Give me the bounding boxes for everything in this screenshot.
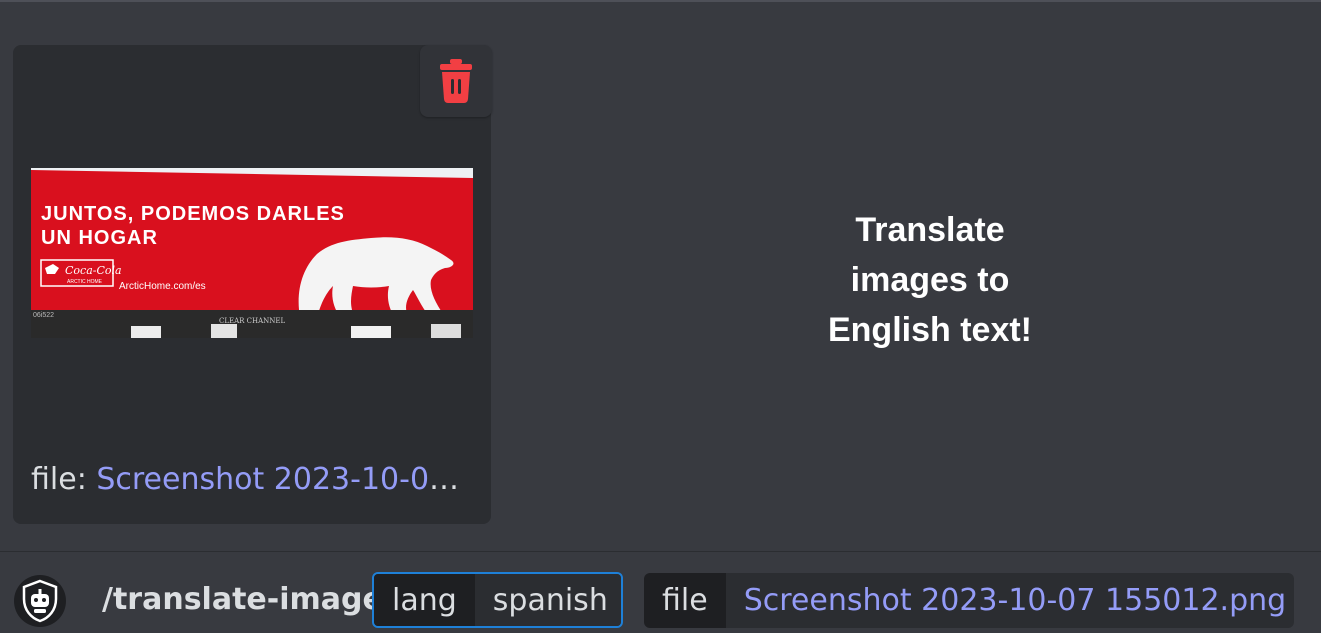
promo-line-3: English text! (827, 311, 1033, 349)
attachment-filename: file: Screenshot 2023-10-07 155012.png (31, 462, 476, 497)
billboard-url: ArcticHome.com/es (119, 281, 206, 292)
top-divider (0, 0, 1321, 2)
clear-channel-label: CLEAR CHANNEL (219, 317, 286, 325)
arctic-home-label: ARCTIC HOME (67, 279, 103, 285)
delete-attachment-button[interactable] (420, 45, 492, 117)
option-file-value[interactable]: Screenshot 2023-10-07 155012.png (725, 573, 1294, 628)
trash-icon (440, 59, 472, 103)
billboard-headline-2: UN HOGAR (41, 227, 158, 249)
billboard-headline-1: JUNTOS, PODEMOS DARLES (41, 203, 345, 225)
coca-cola-logo: Coca-Cola (65, 264, 122, 277)
command-option-lang[interactable]: lang spanish (372, 572, 623, 628)
option-lang-key: lang (374, 574, 475, 626)
billboard-image: JUNTOS, PODEMOS DARLES UN HOGAR Coca-Col… (31, 168, 473, 338)
bot-avatar[interactable] (14, 575, 66, 627)
file-label: file: (31, 462, 87, 497)
file-name-link[interactable]: Screenshot 2023-10-07 155012.png (96, 462, 476, 497)
promo-line-2: images to (850, 261, 1010, 299)
promo-line-1: Translate (855, 211, 1005, 249)
robot-shield-icon (22, 579, 58, 623)
billboard-panel-id: 06i522 (33, 312, 54, 319)
promo-text: Translate images to English text! (730, 205, 1130, 355)
option-file-key: file (644, 573, 726, 628)
command-option-file[interactable]: file Screenshot 2023-10-07 155012.png (644, 573, 1294, 628)
attachment-image-preview[interactable]: JUNTOS, PODEMOS DARLES UN HOGAR Coca-Col… (31, 168, 473, 338)
composer-divider (0, 551, 1321, 552)
slash-command-name: /translate-image (102, 582, 383, 617)
option-lang-value[interactable]: spanish (474, 574, 621, 626)
